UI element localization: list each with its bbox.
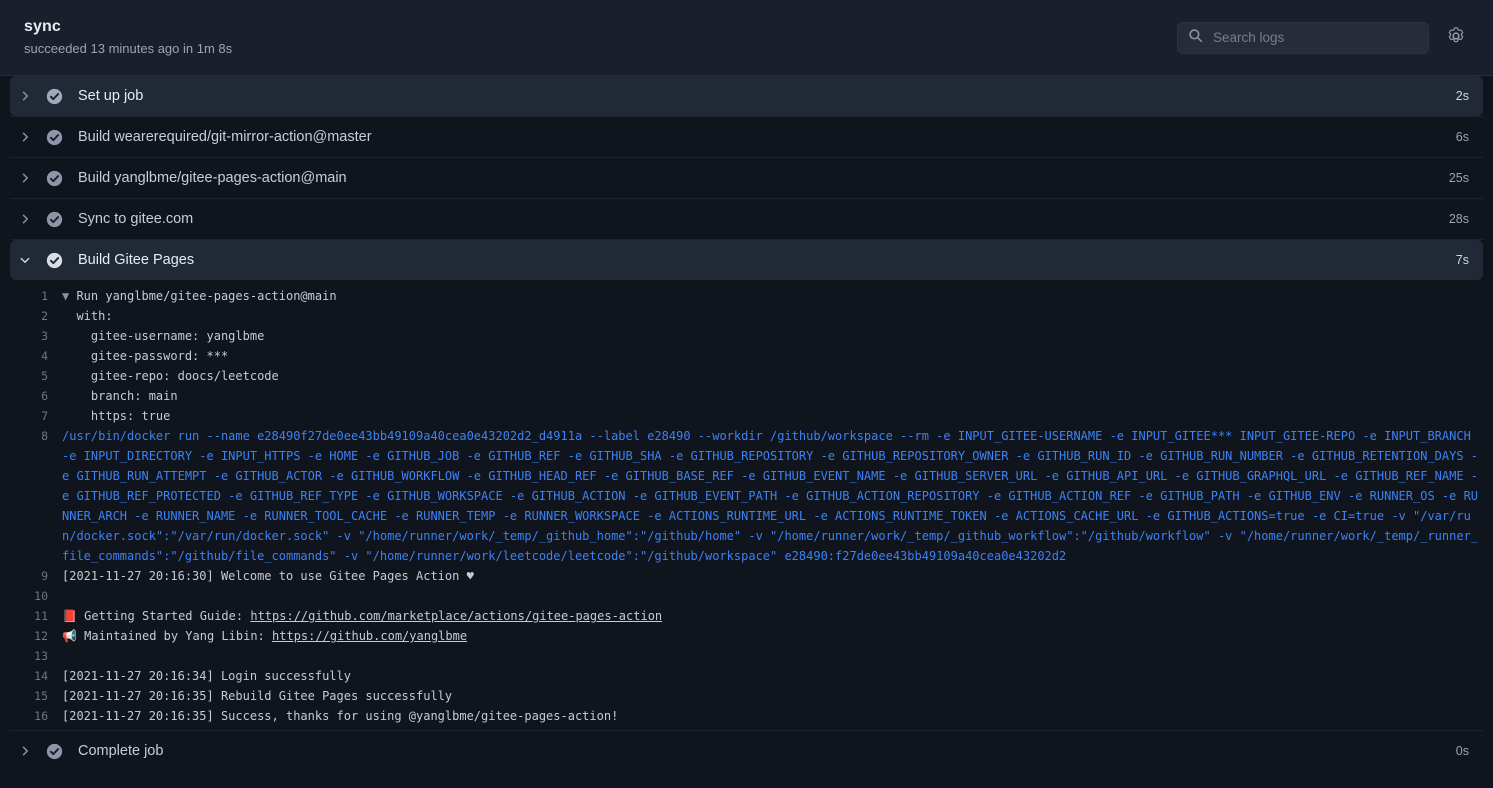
job-header-text: sync succeeded 13 minutes ago in 1m 8s — [24, 17, 1177, 58]
job-status-text: succeeded 13 minutes ago in 1m 8s — [24, 40, 1177, 58]
line-number: 6 — [0, 386, 62, 406]
step-label: Sync to gitee.com — [68, 211, 1449, 227]
step-label: Build wearerequired/git-mirror-action@ma… — [68, 129, 1456, 145]
log-line: 14 [2021-11-27 20:16:34] Login successfu… — [0, 666, 1493, 686]
line-number: 5 — [0, 366, 62, 386]
line-number: 7 — [0, 406, 62, 426]
log-line: 3 gitee-username: yanglbme — [0, 326, 1493, 346]
step-label: Set up job — [68, 88, 1456, 104]
log-line: 12 📢 Maintained by Yang Libin: https://g… — [0, 626, 1493, 646]
search-input[interactable] — [1211, 29, 1418, 46]
maintainer-profile-link[interactable]: https://github.com/yanglbme — [272, 629, 467, 643]
settings-button[interactable] — [1443, 25, 1469, 51]
line-text: 📕 Getting Started Guide: — [62, 609, 250, 623]
log-line: 13 — [0, 646, 1493, 666]
line-content: [2021-11-27 20:16:34] Login successfully — [62, 666, 1493, 686]
log-line: 5 gitee-repo: doocs/leetcode — [0, 366, 1493, 386]
getting-started-guide-link[interactable]: https://github.com/marketplace/actions/g… — [250, 609, 662, 623]
success-check-icon — [40, 743, 68, 760]
line-content: [2021-11-27 20:16:30] Welcome to use Git… — [62, 566, 1493, 586]
step-row[interactable]: Sync to gitee.com 28s — [10, 199, 1483, 239]
line-content: gitee-repo: doocs/leetcode — [62, 366, 1493, 386]
step-row[interactable]: Set up job 2s — [10, 76, 1483, 116]
success-check-icon — [40, 252, 68, 269]
log-line: 9 [2021-11-27 20:16:30] Welcome to use G… — [0, 566, 1493, 586]
log-line: 16 [2021-11-27 20:16:35] Success, thanks… — [0, 706, 1493, 726]
line-number: 14 — [0, 666, 62, 686]
actions-log-viewer: sync succeeded 13 minutes ago in 1m 8s — [0, 0, 1493, 788]
line-number: 10 — [0, 586, 62, 606]
log-line: 10 — [0, 586, 1493, 606]
search-logs-box[interactable] — [1177, 22, 1429, 54]
gear-icon — [1447, 27, 1465, 48]
chevron-right-icon[interactable] — [10, 131, 40, 143]
step-duration: 6s — [1456, 130, 1483, 144]
log-line-command: 8 /usr/bin/docker run --name e28490f27de… — [0, 426, 1493, 566]
line-content: [2021-11-27 20:16:35] Rebuild Gitee Page… — [62, 686, 1493, 706]
line-number: 4 — [0, 346, 62, 366]
success-check-icon — [40, 129, 68, 146]
step-label: Build yanglbme/gitee-pages-action@main — [68, 170, 1449, 186]
log-line: 6 branch: main — [0, 386, 1493, 406]
log-line: 2 with: — [0, 306, 1493, 326]
line-number: 9 — [0, 566, 62, 586]
success-check-icon — [40, 170, 68, 187]
job-header: sync succeeded 13 minutes ago in 1m 8s — [0, 0, 1493, 76]
line-content: https: true — [62, 406, 1493, 426]
step-row[interactable]: Build yanglbme/gitee-pages-action@main 2… — [10, 158, 1483, 198]
chevron-right-icon[interactable] — [10, 213, 40, 225]
step-row[interactable]: Build wearerequired/git-mirror-action@ma… — [10, 117, 1483, 157]
success-check-icon — [40, 211, 68, 228]
line-content: 📕 Getting Started Guide: https://github.… — [62, 606, 1493, 626]
log-line: 15 [2021-11-27 20:16:35] Rebuild Gitee P… — [0, 686, 1493, 706]
step-duration: 28s — [1449, 212, 1483, 226]
line-number: 8 — [0, 426, 62, 446]
line-content: 📢 Maintained by Yang Libin: https://gith… — [62, 626, 1493, 646]
line-content: gitee-username: yanglbme — [62, 326, 1493, 346]
page-title: sync — [24, 17, 1177, 37]
line-content: gitee-password: *** — [62, 346, 1493, 366]
chevron-down-icon[interactable] — [10, 254, 40, 266]
line-content: [2021-11-27 20:16:35] Success, thanks fo… — [62, 706, 1493, 726]
line-text: 📢 Maintained by Yang Libin: — [62, 629, 272, 643]
line-number: 11 — [0, 606, 62, 626]
collapse-triangle-icon[interactable]: ▼ — [62, 289, 76, 303]
chevron-right-icon[interactable] — [10, 745, 40, 757]
success-check-icon — [40, 88, 68, 105]
line-content: with: — [62, 306, 1493, 326]
line-number: 15 — [0, 686, 62, 706]
header-actions — [1177, 22, 1469, 54]
line-number: 12 — [0, 626, 62, 646]
log-line: 1 ▼ Run yanglbme/gitee-pages-action@main — [0, 286, 1493, 306]
log-line: 7 https: true — [0, 406, 1493, 426]
line-number: 1 — [0, 286, 62, 306]
step-row-complete-job[interactable]: Complete job 0s — [10, 731, 1483, 771]
chevron-right-icon[interactable] — [10, 172, 40, 184]
log-output: 1 ▼ Run yanglbme/gitee-pages-action@main… — [0, 280, 1493, 730]
line-text: Run yanglbme/gitee-pages-action@main — [76, 289, 336, 303]
line-number: 13 — [0, 646, 62, 666]
step-duration: 0s — [1456, 744, 1483, 758]
line-number: 2 — [0, 306, 62, 326]
chevron-right-icon[interactable] — [10, 90, 40, 102]
step-duration: 2s — [1456, 89, 1483, 103]
line-content: ▼ Run yanglbme/gitee-pages-action@main — [62, 286, 1493, 306]
log-line: 11 📕 Getting Started Guide: https://gith… — [0, 606, 1493, 626]
log-line: 4 gitee-password: *** — [0, 346, 1493, 366]
line-content: branch: main — [62, 386, 1493, 406]
steps-list: Set up job 2s Build wearerequired/git-mi… — [0, 76, 1493, 771]
step-duration: 7s — [1456, 253, 1483, 267]
line-number: 16 — [0, 706, 62, 726]
step-label: Complete job — [68, 743, 1456, 759]
line-number: 3 — [0, 326, 62, 346]
line-content: /usr/bin/docker run --name e28490f27de0e… — [62, 426, 1493, 566]
step-label: Build Gitee Pages — [68, 252, 1456, 268]
step-row-expanded[interactable]: Build Gitee Pages 7s — [10, 240, 1483, 280]
search-icon — [1188, 28, 1203, 48]
step-duration: 25s — [1449, 171, 1483, 185]
